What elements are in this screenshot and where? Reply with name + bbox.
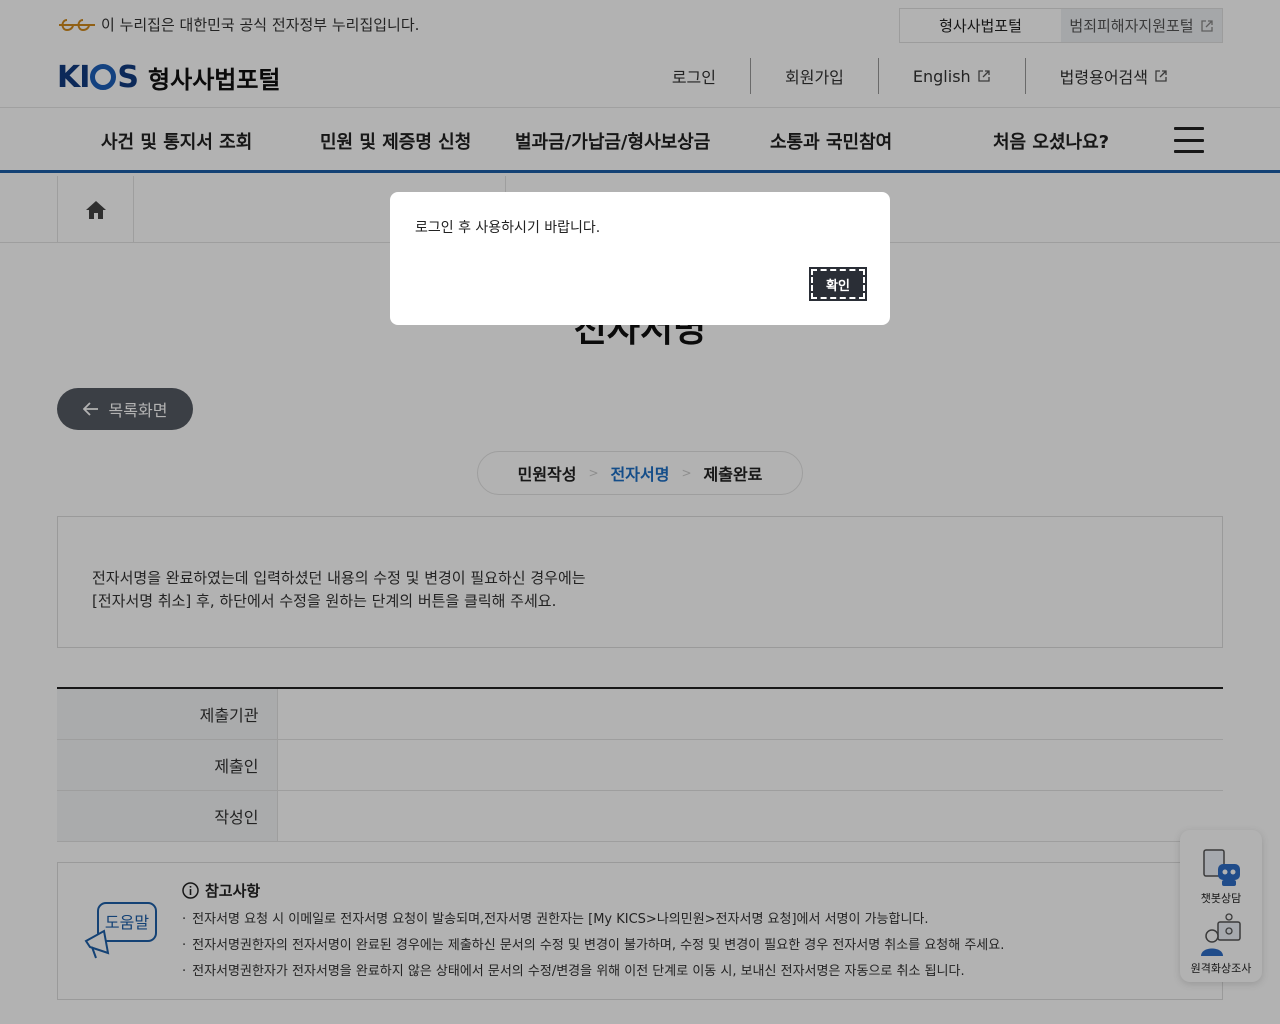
dialog-message: 로그인 후 사용하시기 바랍니다. <box>415 220 601 236</box>
confirm-button[interactable]: 확인 <box>809 267 867 301</box>
login-required-dialog: 로그인 후 사용하시기 바랍니다. 확인 <box>390 192 890 325</box>
modal-overlay <box>0 0 1280 1024</box>
